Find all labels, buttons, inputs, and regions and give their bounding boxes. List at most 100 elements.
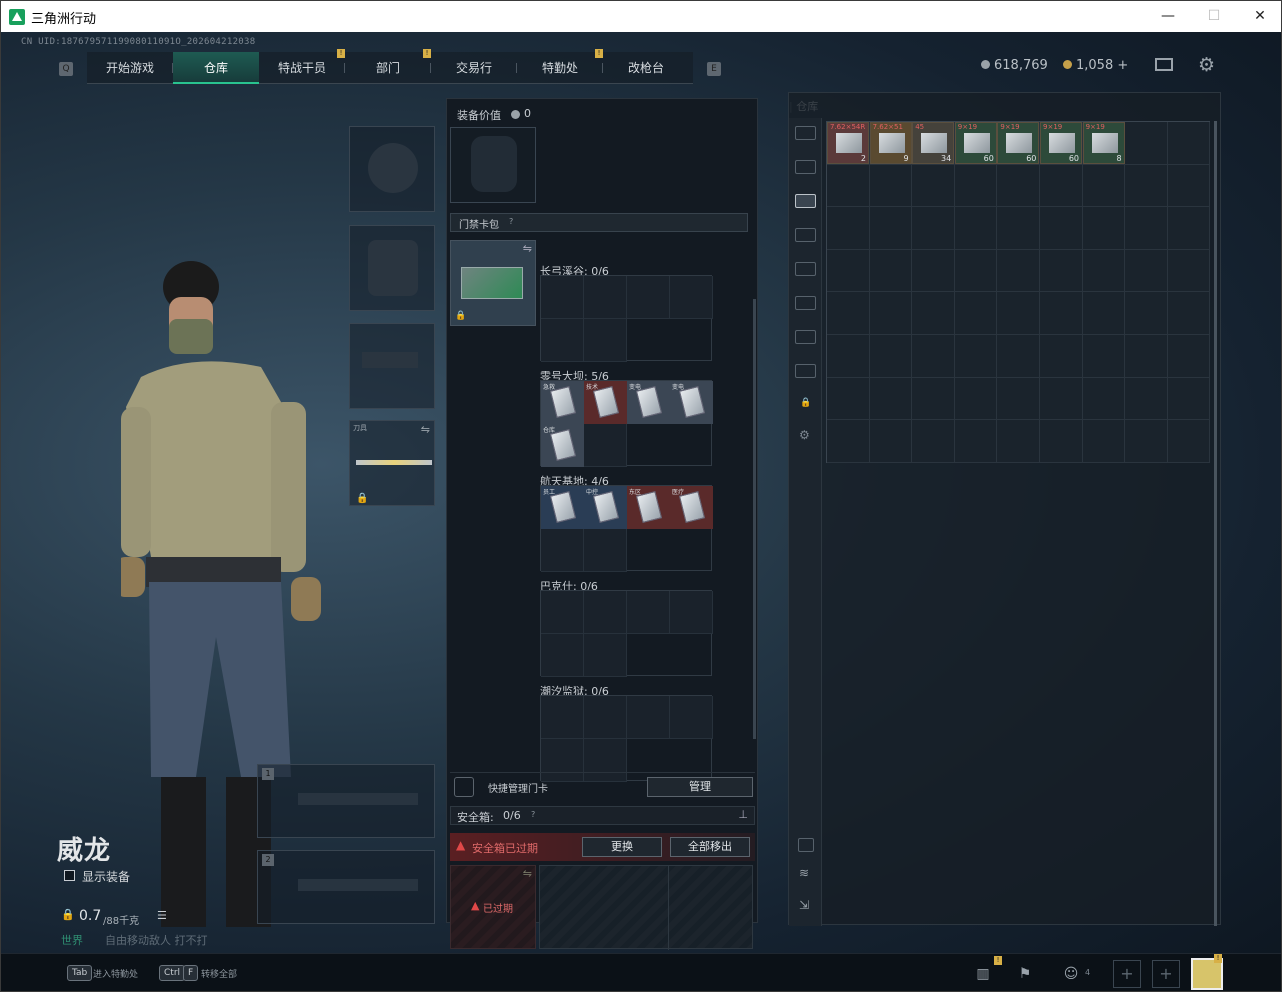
- friends-icon[interactable]: ☺: [1061, 964, 1081, 984]
- warehouse-tab-icon[interactable]: [795, 364, 816, 378]
- keycard-cell[interactable]: [541, 591, 584, 634]
- warehouse-cell[interactable]: [912, 164, 955, 208]
- warehouse-cell[interactable]: [869, 164, 913, 208]
- keycard-cell[interactable]: [584, 696, 627, 739]
- ammo-item[interactable]: 7.62×54R 2: [827, 122, 869, 164]
- warehouse-scrollbar[interactable]: [1214, 121, 1217, 926]
- warehouse-cell[interactable]: [1167, 335, 1211, 378]
- warehouse-cell[interactable]: [954, 292, 998, 335]
- settings-icon[interactable]: ⚙: [1198, 54, 1215, 76]
- warehouse-cell[interactable]: [1167, 164, 1211, 208]
- warehouse-tab-icon[interactable]: [795, 262, 816, 276]
- tab-warehouse[interactable]: 仓库: [173, 52, 259, 84]
- warehouse-cell[interactable]: [1082, 335, 1126, 378]
- warehouse-cell[interactable]: [1125, 164, 1168, 208]
- transfer-all-label[interactable]: 转移全部: [201, 967, 237, 980]
- warehouse-cell[interactable]: [1040, 335, 1083, 378]
- keycard-cell[interactable]: [670, 696, 713, 739]
- replace-button[interactable]: 更换: [582, 837, 662, 857]
- layers-icon[interactable]: ≋: [799, 866, 809, 880]
- warehouse-cell[interactable]: [954, 420, 998, 463]
- warehouse-cell[interactable]: [827, 207, 870, 250]
- warehouse-cell[interactable]: [912, 420, 955, 463]
- warehouse-cell[interactable]: [1167, 249, 1211, 293]
- warehouse-cell[interactable]: [1125, 420, 1168, 463]
- tab-trading[interactable]: 交易行: [431, 52, 517, 84]
- keycard-item[interactable]: 东区: [627, 486, 670, 529]
- warehouse-cell[interactable]: [1167, 377, 1211, 421]
- ammo-item[interactable]: 9×19 8: [1082, 122, 1125, 164]
- warehouse-cell[interactable]: [1167, 122, 1211, 165]
- keycard-cell[interactable]: [584, 319, 627, 362]
- warehouse-cell[interactable]: [827, 335, 870, 378]
- warehouse-tab-icon[interactable]: [795, 126, 816, 140]
- warehouse-tab-icon[interactable]: [795, 160, 816, 174]
- help-icon[interactable]: ?: [509, 217, 513, 226]
- warehouse-cell[interactable]: [1082, 249, 1126, 293]
- warehouse-cell[interactable]: [827, 164, 870, 208]
- warehouse-grid[interactable]: 7.62×54R 2 7.62×51 9 45 34 9×19 60 9×19 60 9×19 60 9…: [826, 121, 1211, 463]
- warehouse-cell[interactable]: [1040, 292, 1083, 335]
- warehouse-cell[interactable]: [1082, 292, 1126, 335]
- warehouse-cell[interactable]: [1125, 249, 1168, 293]
- warehouse-cell[interactable]: [954, 377, 998, 421]
- swap-icon[interactable]: ⇋: [421, 423, 430, 436]
- warehouse-cell[interactable]: [1040, 249, 1083, 293]
- ammo-item[interactable]: 45 34: [912, 122, 955, 164]
- warehouse-cell[interactable]: [869, 377, 913, 421]
- keycard-cell[interactable]: [670, 276, 713, 319]
- keycard-item[interactable]: 医疗: [670, 486, 713, 529]
- keycard-cell[interactable]: [584, 276, 627, 319]
- nav-prev-key[interactable]: Q: [59, 62, 73, 76]
- minimize-button[interactable]: —: [1145, 1, 1191, 32]
- warehouse-cell[interactable]: [1167, 420, 1211, 463]
- keycard-item[interactable]: 仓库: [541, 424, 584, 467]
- warehouse-cell[interactable]: [827, 292, 870, 335]
- cardpack-scrollbar[interactable]: [753, 299, 756, 739]
- help-icon[interactable]: ?: [531, 810, 535, 819]
- keycard-item[interactable]: 变电: [670, 381, 713, 424]
- warehouse-cell[interactable]: [912, 249, 955, 293]
- keycard-grid[interactable]: [540, 275, 713, 362]
- knife-slot[interactable]: 刀具 ⇋ 🔒: [349, 420, 435, 506]
- close-button[interactable]: ✕: [1237, 1, 1281, 32]
- secondary-weapon-slot[interactable]: 2: [257, 850, 435, 924]
- warehouse-cell[interactable]: [997, 249, 1040, 293]
- warehouse-tab-icon-active[interactable]: [795, 194, 816, 208]
- warehouse-cell[interactable]: [1167, 207, 1211, 250]
- nav-next-key[interactable]: E: [707, 62, 721, 76]
- warehouse-cell[interactable]: [1082, 207, 1126, 250]
- pistol-slot[interactable]: [349, 323, 435, 409]
- tab-department[interactable]: 部门!: [345, 49, 431, 84]
- tidy-icon[interactable]: ⇲: [799, 898, 809, 912]
- warehouse-cell[interactable]: [869, 292, 913, 335]
- armor-slot[interactable]: [349, 225, 435, 311]
- keycard-cell[interactable]: [627, 696, 670, 739]
- add-teammate-button[interactable]: +: [1113, 960, 1141, 988]
- backpack-slot[interactable]: [450, 127, 536, 203]
- ammo-item[interactable]: 9×19 60: [1040, 122, 1082, 164]
- warehouse-cell[interactable]: [912, 207, 955, 250]
- warehouse-cell[interactable]: [912, 335, 955, 378]
- warehouse-cell[interactable]: [1040, 164, 1083, 208]
- warehouse-cell[interactable]: [1125, 292, 1168, 335]
- keycard-grid[interactable]: 急救 技术 变电 变电 仓库: [540, 380, 713, 467]
- add-currency-button[interactable]: +: [1117, 58, 1128, 73]
- safebox-slot[interactable]: ▲ 已过期 ⇋: [450, 865, 536, 949]
- tab-start-game[interactable]: 开始游戏: [87, 52, 173, 84]
- warehouse-cell[interactable]: [997, 207, 1040, 250]
- keycard-grid[interactable]: [540, 590, 713, 677]
- ammo-item[interactable]: 9×19 60: [954, 122, 997, 164]
- warehouse-cell[interactable]: [869, 420, 913, 463]
- maximize-button[interactable]: ☐: [1191, 1, 1237, 32]
- keycard-item[interactable]: 急救: [541, 381, 584, 424]
- warehouse-cell[interactable]: [954, 335, 998, 378]
- swap-icon[interactable]: ⇋: [523, 867, 532, 880]
- keycard-cell[interactable]: [541, 634, 584, 677]
- warehouse-cell[interactable]: [997, 164, 1040, 208]
- warehouse-tab-icon[interactable]: [795, 330, 816, 344]
- keycard-grid[interactable]: 员工 中控 东区 医疗: [540, 485, 713, 572]
- keycard-cell[interactable]: [541, 529, 584, 572]
- gear-icon[interactable]: ⚙: [799, 428, 810, 442]
- warehouse-cell[interactable]: [954, 249, 998, 293]
